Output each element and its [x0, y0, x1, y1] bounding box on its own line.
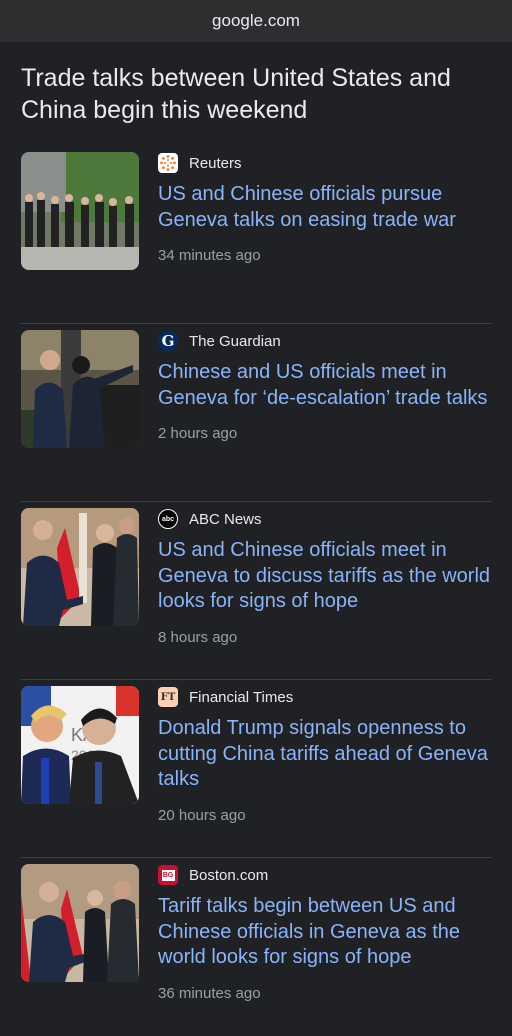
url-text: google.com — [212, 11, 300, 30]
story-thumbnail[interactable]: KA 201 — [21, 686, 139, 804]
financial-times-icon: FT — [158, 687, 178, 707]
story-title-link[interactable]: US and Chinese officials pursue Geneva t… — [158, 182, 492, 233]
story-text: G The Guardian Chinese and US officials … — [158, 330, 492, 442]
story-thumbnail[interactable] — [21, 508, 139, 626]
story-text: Reuters US and Chinese officials pursue … — [158, 152, 492, 264]
reuters-icon — [158, 153, 178, 173]
story-title-link[interactable]: Tariff talks begin between US and Chines… — [158, 894, 492, 971]
page-headline: Trade talks between United States and Ch… — [21, 64, 451, 124]
story-thumbnail[interactable] — [21, 864, 139, 982]
story-card[interactable]: Reuters US and Chinese officials pursue … — [21, 146, 492, 324]
story-source: BG Boston.com — [158, 864, 492, 886]
story-timestamp: 20 hours ago — [158, 806, 246, 824]
story-source: Reuters — [158, 152, 492, 174]
story-source: FT Financial Times — [158, 686, 492, 708]
guardian-icon: G — [158, 331, 178, 351]
story-title-link[interactable]: Chinese and US officials meet in Geneva … — [158, 360, 492, 411]
abc-news-icon: abc — [158, 509, 178, 529]
source-name: The Guardian — [189, 332, 281, 350]
story-text: FT Financial Times Donald Trump signals … — [158, 686, 492, 824]
story-card[interactable]: G The Guardian Chinese and US officials … — [21, 324, 492, 502]
source-name: Financial Times — [189, 688, 294, 706]
story-thumbnail[interactable] — [21, 330, 139, 448]
story-source: G The Guardian — [158, 330, 492, 352]
story-title-link[interactable]: US and Chinese officials meet in Geneva … — [158, 538, 492, 615]
story-timestamp: 8 hours ago — [158, 628, 238, 646]
story-timestamp: 2 hours ago — [158, 425, 238, 442]
story-source: abc ABC News — [158, 508, 492, 530]
boston-com-icon: BG — [158, 865, 178, 885]
story-card[interactable]: KA 201 FT Financial Times Donald Trump s… — [21, 680, 492, 858]
top-stories-section: Trade talks between United States and Ch… — [0, 62, 512, 1036]
story-text: BG Boston.com Tariff talks begin between… — [158, 864, 492, 1002]
story-title-link[interactable]: Donald Trump signals openness to cutting… — [158, 716, 492, 793]
story-timestamp: 34 minutes ago — [158, 247, 261, 264]
source-name: Reuters — [189, 154, 242, 172]
story-card[interactable]: BG Boston.com Tariff talks begin between… — [21, 858, 492, 1036]
story-timestamp: 36 minutes ago — [158, 984, 261, 1002]
story-card[interactable]: abc ABC News US and Chinese officials me… — [21, 502, 492, 680]
source-name: ABC News — [189, 510, 262, 528]
source-name: Boston.com — [189, 866, 269, 884]
browser-url-bar[interactable]: google.com — [0, 0, 512, 42]
story-text: abc ABC News US and Chinese officials me… — [158, 508, 492, 646]
story-thumbnail[interactable] — [21, 152, 139, 270]
